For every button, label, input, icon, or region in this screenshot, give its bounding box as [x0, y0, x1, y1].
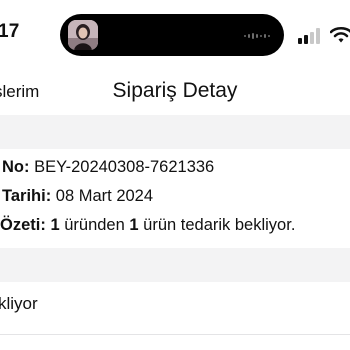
page-title: Sipariş Detay	[112, 79, 238, 102]
order-date-value: 08 Mart 2024	[55, 187, 154, 205]
order-date-key: Tarihi:	[2, 187, 52, 205]
status-bar-time: 17	[0, 21, 20, 42]
divider	[0, 334, 350, 335]
wifi-icon	[330, 26, 350, 43]
status-section-title: kliyor	[0, 294, 38, 313]
summary-mid-text: üründen	[64, 216, 125, 234]
dynamic-island[interactable]	[60, 14, 284, 56]
summary-rest-text: ürün tedarik bekliyor.	[143, 216, 296, 234]
order-summary-key: Özeti:	[0, 216, 46, 234]
summary-count-pending: 1	[129, 216, 139, 234]
order-summary-row: Özeti: 1 üründen 1 ürün tedarik bekliyor…	[0, 216, 295, 235]
order-date-row: Tarihi: 08 Mart 2024	[2, 187, 153, 206]
summary-count-total: 1	[50, 216, 60, 234]
order-detail-screen: 17 şlerim	[0, 0, 350, 350]
profile-thumbnail-icon	[68, 20, 98, 50]
order-number-row: No: BEY-20240308-7621336	[2, 158, 214, 177]
cellular-signal-icon	[298, 28, 320, 44]
section-header-band	[0, 115, 350, 149]
audio-wave-icon	[244, 33, 270, 39]
order-number-key: No:	[2, 158, 30, 176]
section-separator-band	[0, 248, 350, 282]
order-number-value: BEY-20240308-7621336	[34, 158, 215, 176]
